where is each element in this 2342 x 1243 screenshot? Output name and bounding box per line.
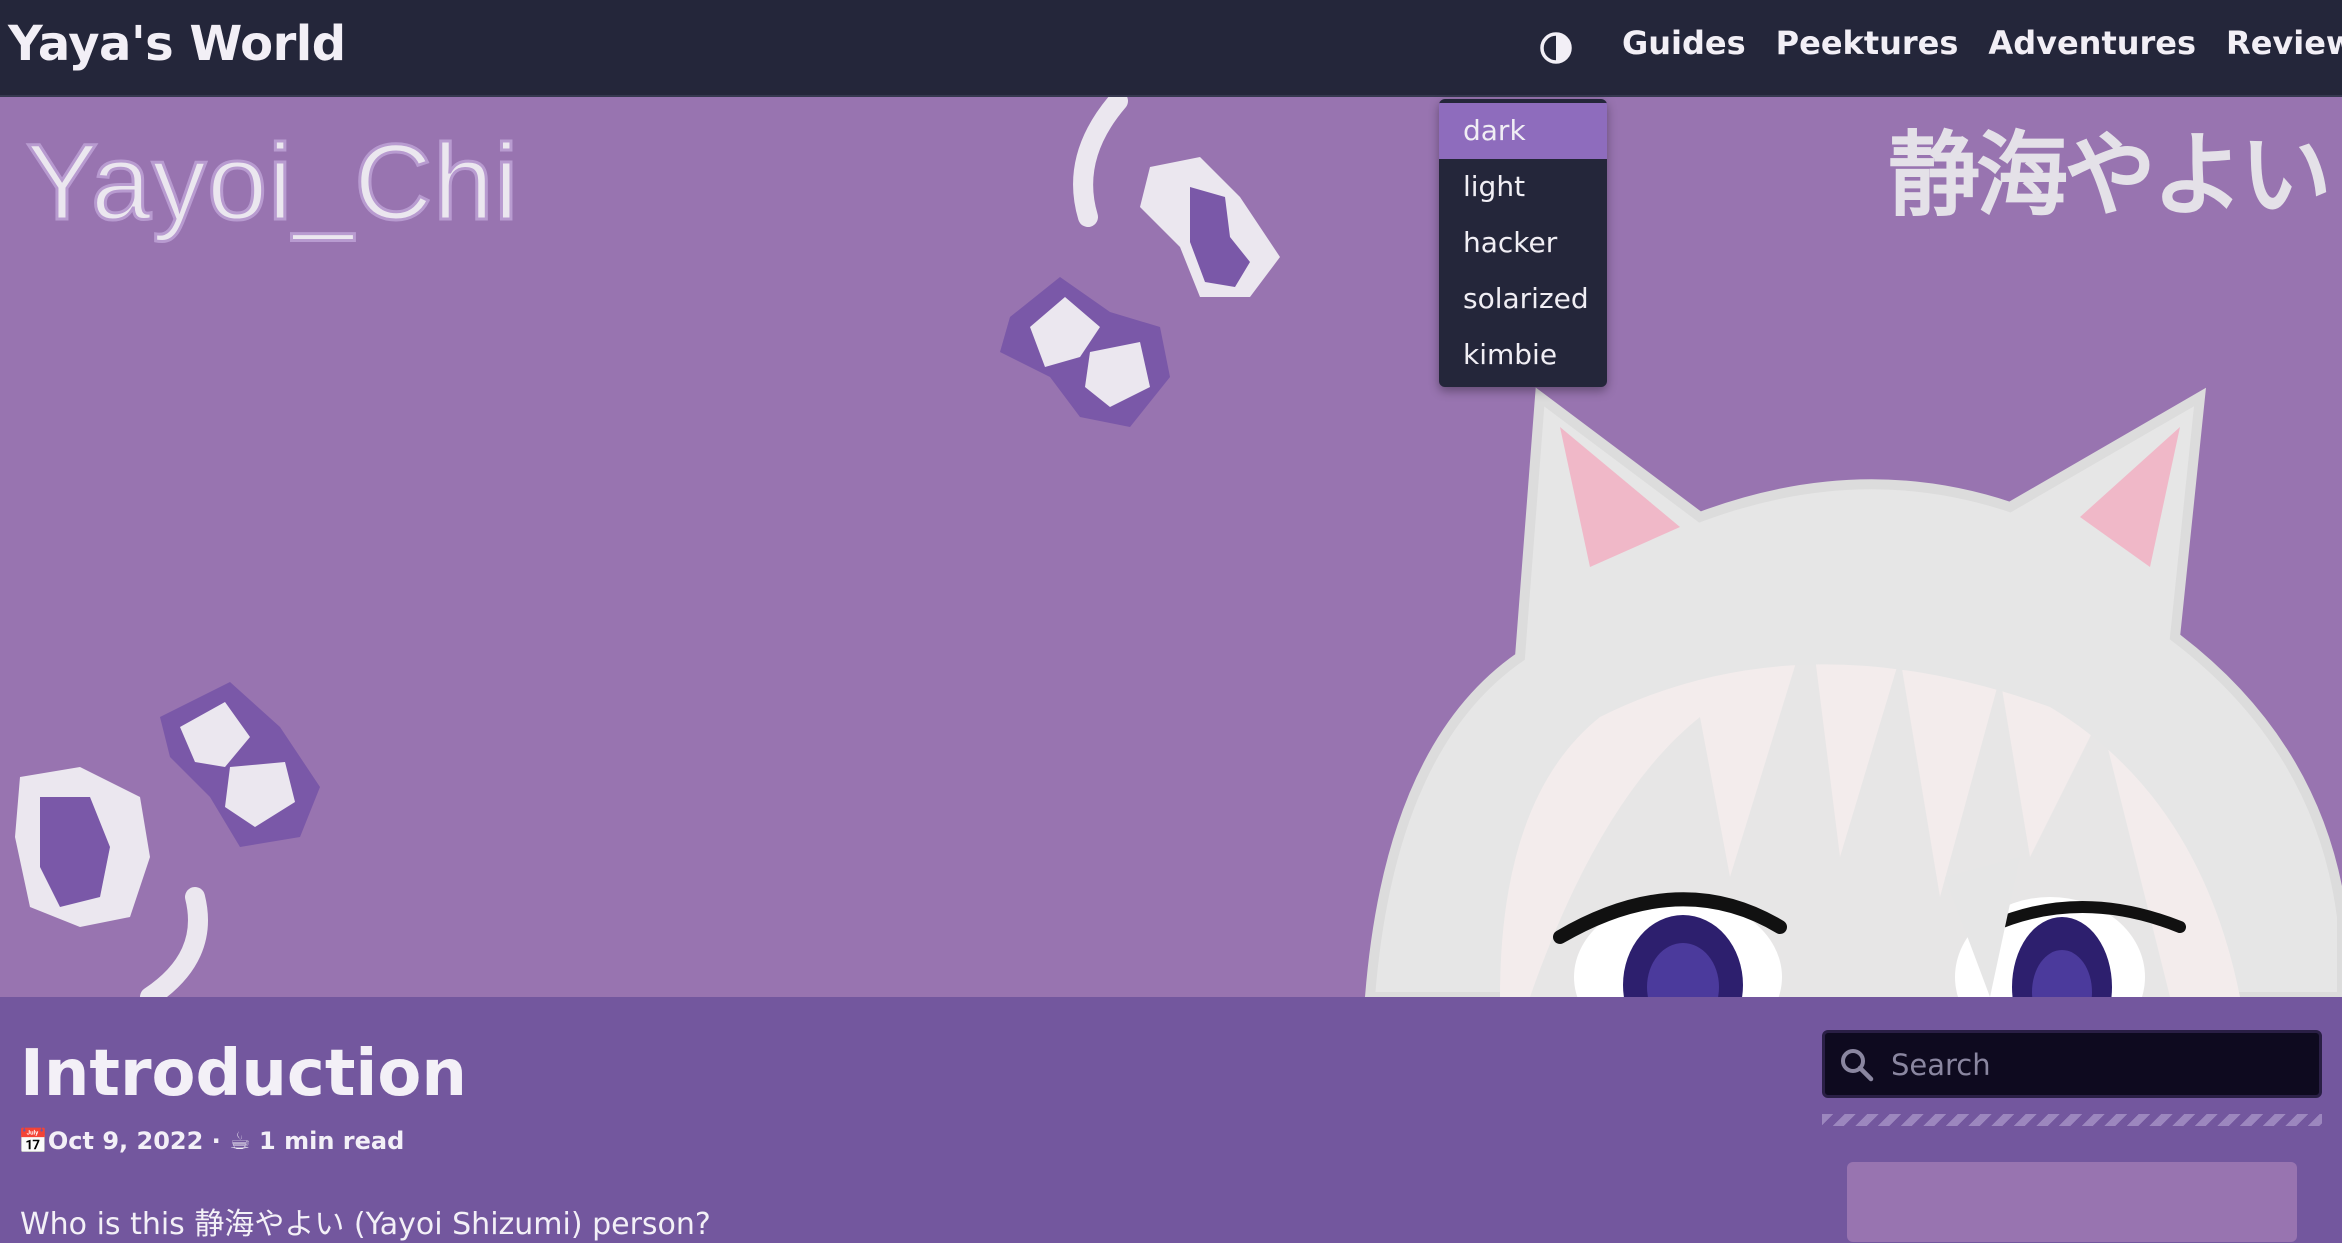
theme-option-kimbie[interactable]: kimbie <box>1439 327 1607 383</box>
post-title: Introduction <box>20 1037 467 1111</box>
nav-adventures[interactable]: Adventures <box>1988 24 2196 62</box>
post-meta: 📅Oct 9, 2022 · ☕ 1 min read <box>18 1127 404 1155</box>
theme-option-hacker[interactable]: hacker <box>1439 215 1607 271</box>
search-box <box>1822 1030 2322 1098</box>
bow-decoration <box>1000 97 1280 427</box>
read-time: 1 min read <box>259 1127 405 1155</box>
site-title-link[interactable]: Yaya's World <box>8 16 346 72</box>
post-date: Oct 9, 2022 <box>47 1127 204 1155</box>
nav-guides[interactable]: Guides <box>1622 24 1746 62</box>
hero-japanese-text: 静海やよい <box>1887 122 2332 229</box>
nav-reviews[interactable]: Reviews <box>2226 24 2342 62</box>
nav-peektures[interactable]: Peektures <box>1776 24 1959 62</box>
theme-option-light[interactable]: light <box>1439 159 1607 215</box>
coffee-icon: ☕ <box>229 1127 251 1155</box>
theme-option-dark[interactable]: dark <box>1439 103 1607 159</box>
bow-decoration <box>15 682 320 997</box>
main-nav: Guides Peektures Adventures Reviews <box>1622 24 2342 62</box>
hero-name-text: Yayoi_Chi <box>24 120 520 244</box>
search-icon <box>1839 1047 1875 1083</box>
theme-option-solarized[interactable]: solarized <box>1439 271 1607 327</box>
post-intro: Who is this 静海やよい (Yayoi Shizumi) person… <box>20 1207 711 1242</box>
meta-separator: · <box>203 1127 230 1155</box>
divider-stripe <box>1822 1114 2322 1126</box>
character-illustration <box>1364 387 2342 997</box>
hero-banner: Yayoi_Chi 静海やよい <box>0 97 2342 997</box>
calendar-icon: 📅 <box>18 1127 48 1155</box>
sidebar-card <box>1847 1162 2297 1242</box>
theme-dropdown-menu: dark light hacker solarized kimbie <box>1439 99 1607 387</box>
search-input[interactable] <box>1889 1041 2313 1089</box>
top-navbar: Yaya's World Guides Peektures Adventures… <box>0 0 2342 97</box>
contrast-icon[interactable] <box>1538 30 1574 66</box>
main-content: Introduction 📅Oct 9, 2022 · ☕ 1 min read… <box>0 997 2342 1242</box>
